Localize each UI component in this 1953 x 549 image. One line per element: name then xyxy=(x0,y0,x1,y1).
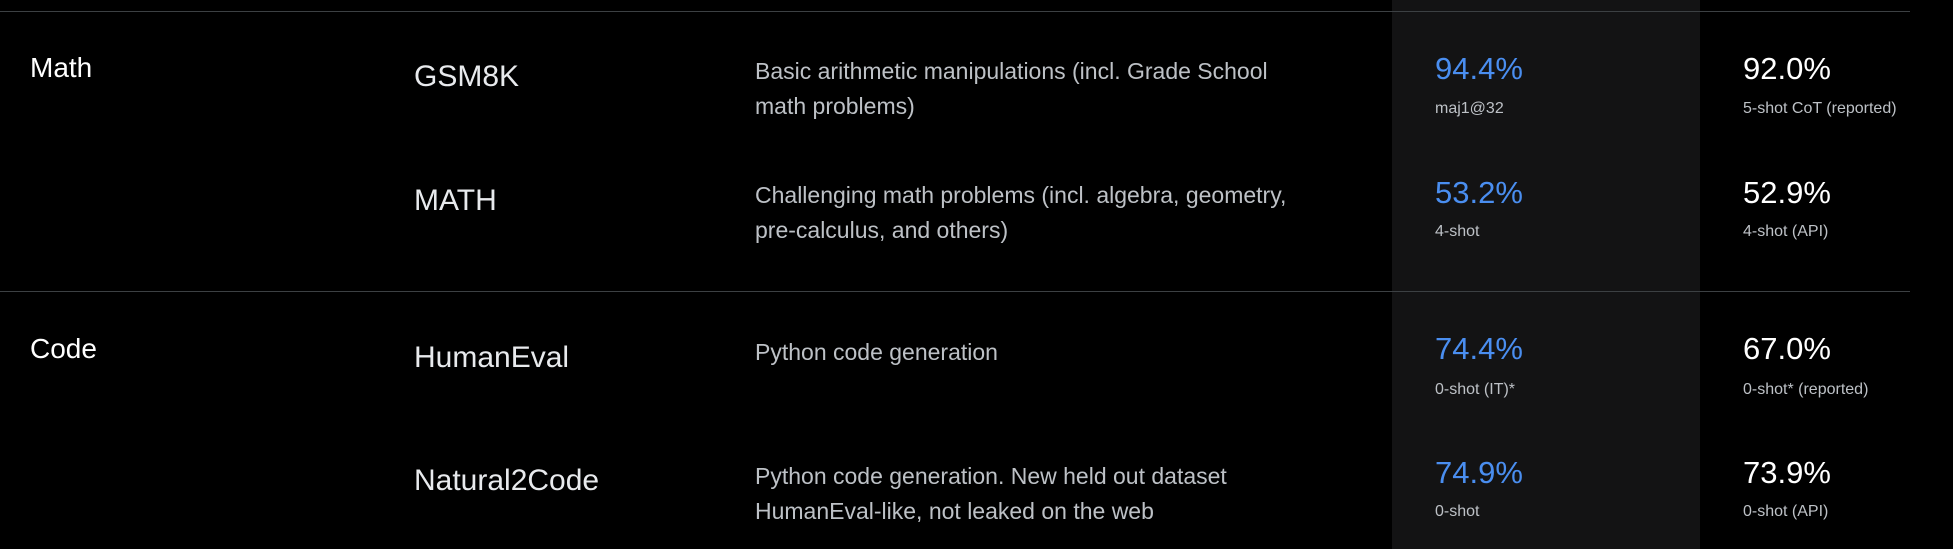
section-label-code: Code xyxy=(30,333,97,364)
description-line: math problems) xyxy=(755,93,915,119)
gpt4-score-natural2code: 73.9% xyxy=(1743,455,1831,490)
top-divider xyxy=(0,11,1910,12)
gpt4-note-humaneval: 0-shot* (reported) xyxy=(1743,381,1869,398)
gpt4-score-math: 52.9% xyxy=(1743,175,1831,210)
description-line: Challenging math problems (incl. algebra… xyxy=(755,182,1287,208)
gpt4-note-natural2code: 0-shot (API) xyxy=(1743,503,1829,520)
benchmark-description-natural2code: Python code generation. New held out dat… xyxy=(755,459,1355,529)
gemini-score-natural2code: 74.9% xyxy=(1435,455,1523,490)
gpt4-note-gsm8k: 5-shot CoT (reported) xyxy=(1743,100,1897,117)
gemini-note-gsm8k: maj1@32 xyxy=(1435,100,1504,117)
benchmark-name-humaneval: HumanEval xyxy=(414,341,570,374)
description-line: Python code generation. New held out dat… xyxy=(755,463,1227,489)
description-line: HumanEval-like, not leaked on the web xyxy=(755,498,1154,524)
benchmark-name-gsm8k: GSM8K xyxy=(414,60,520,93)
section-divider xyxy=(0,291,1910,292)
benchmark-description-math: Challenging math problems (incl. algebra… xyxy=(755,178,1355,248)
description-line: pre-calculus, and others) xyxy=(755,217,1009,243)
gemini-note-math: 4-shot xyxy=(1435,223,1480,240)
gemini-score-gsm8k: 94.4% xyxy=(1435,51,1523,86)
gemini-score-math: 53.2% xyxy=(1435,175,1523,210)
gemini-score-humaneval: 74.4% xyxy=(1435,331,1523,366)
gpt4-note-math: 4-shot (API) xyxy=(1743,223,1829,240)
gemini-note-humaneval: 0-shot (IT)* xyxy=(1435,381,1516,398)
section-label-math: Math xyxy=(30,52,93,83)
description-line: Basic arithmetic manipulations (incl. Gr… xyxy=(755,58,1268,84)
benchmark-name-natural2code: Natural2Code xyxy=(414,464,600,497)
benchmark-description-gsm8k: Basic arithmetic manipulations (incl. Gr… xyxy=(755,54,1355,124)
gpt4-score-gsm8k: 92.0% xyxy=(1743,51,1831,86)
gemini-note-natural2code: 0-shot xyxy=(1435,503,1480,520)
description-line: Python code generation xyxy=(755,339,998,365)
gpt4-score-humaneval: 67.0% xyxy=(1743,331,1831,366)
benchmark-name-math: MATH xyxy=(414,184,497,217)
benchmark-description-humaneval: Python code generation xyxy=(755,335,1355,370)
